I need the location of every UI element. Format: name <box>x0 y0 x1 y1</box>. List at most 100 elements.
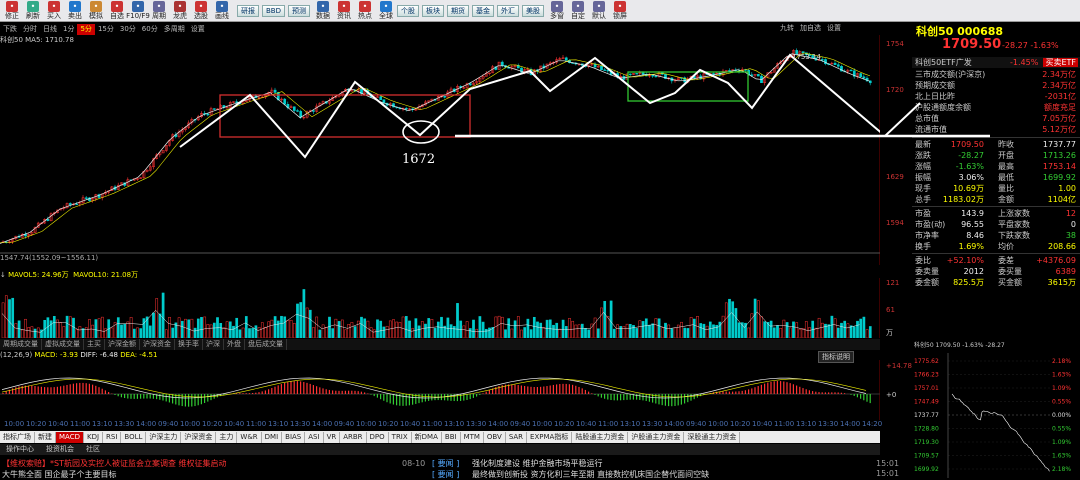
indicator-tab[interactable]: MTM <box>461 431 484 443</box>
indicator-tab[interactable]: RSI <box>103 431 122 443</box>
news-item[interactable]: 强化制度建设 维护金融市场平稳运行 <box>472 458 603 469</box>
volume-bar <box>580 323 584 338</box>
indicator-tab[interactable]: 新DMA <box>412 431 442 443</box>
period-tool[interactable]: • 周期 <box>149 0 169 22</box>
sell-tool[interactable]: • 卖出 <box>65 0 85 22</box>
volume-indicator-tab[interactable]: 沪深金额 <box>105 339 140 350</box>
indicator-tab[interactable]: 陆股通主力资金 <box>572 431 629 443</box>
news-item[interactable]: 最终做到创新投 资方化利三年至期 直接数控机床国企替代面间空缺 <box>472 469 709 480</box>
period-tab[interactable]: 15分 <box>95 24 117 35</box>
volume-bar <box>494 316 498 338</box>
undo-tool[interactable]: • 修正 <box>2 0 22 22</box>
draw-line-tool[interactable]: • 画线 <box>212 0 232 22</box>
candle-body <box>468 83 472 86</box>
indicator-tab[interactable]: 沪股通主力资金 <box>628 431 685 443</box>
volume-indicator-tab[interactable]: 沪深资金 <box>140 339 175 350</box>
indicator-tab[interactable]: 深股通主力资金 <box>684 431 741 443</box>
indicator-tab[interactable]: OBV <box>484 431 506 443</box>
period-tab[interactable]: 5分 <box>77 23 95 35</box>
refresh-tool[interactable]: • 刷新 <box>23 0 43 22</box>
volume-indicator-tab[interactable]: 外盘 <box>224 339 245 350</box>
toolbar-button[interactable]: BBD <box>262 5 285 17</box>
indicator-tab[interactable]: ASI <box>305 431 324 443</box>
toolbar-button[interactable]: 预测 <box>288 5 310 17</box>
toolbar-button[interactable]: 研报 <box>237 5 259 17</box>
period-tab[interactable]: 30分 <box>117 24 139 35</box>
period-tab[interactable]: 下跌 <box>0 24 20 35</box>
volume-indicator-tab[interactable]: 沪深 <box>203 339 224 350</box>
news-item[interactable]: 大牛熊全面 国企最子个主要目标 <box>2 469 117 480</box>
volume-bar <box>542 327 546 338</box>
indicator-tab[interactable]: ARBR <box>340 431 367 443</box>
period-tab[interactable]: 1分 <box>60 24 77 35</box>
volume-bar <box>692 318 696 338</box>
trade-etf-button[interactable]: 买卖ETF <box>1043 58 1078 67</box>
subbar-right-item[interactable]: 加自选 <box>800 24 821 32</box>
indicator-tab[interactable]: BIAS <box>282 431 306 443</box>
custom-tool[interactable]: • 自定 <box>568 0 588 22</box>
volume-bar <box>433 327 437 338</box>
subbar-right-item[interactable]: 九转 <box>780 24 794 32</box>
kline-chart[interactable]: 1672 1753.14 <box>0 35 880 265</box>
indicator-tab[interactable]: EXPMA指标 <box>527 431 573 443</box>
default-tool[interactable]: • 默认 <box>589 0 609 22</box>
hot-tool[interactable]: • 热点 <box>355 0 375 22</box>
indicator-tab[interactable]: 主力 <box>216 431 238 443</box>
volume-indicator-tab[interactable]: 盘后成交量 <box>245 339 287 350</box>
bottom-tab[interactable]: 操作中心 <box>0 444 40 455</box>
volume-bar <box>404 316 408 338</box>
volume-chart[interactable] <box>0 278 880 338</box>
watchlist-tool[interactable]: • 自选 <box>107 0 127 22</box>
period-tab[interactable]: 日线 <box>40 24 60 35</box>
globe-tool[interactable]: • 全球 <box>376 0 396 22</box>
indicator-tab[interactable]: W&R <box>237 431 262 443</box>
toolbar-button[interactable]: 期货 <box>447 5 469 17</box>
indicator-tab[interactable]: 沪深资金 <box>181 431 217 443</box>
toolbar-button[interactable]: 美股 <box>522 5 544 17</box>
indicator-tab[interactable]: MACD <box>56 431 84 443</box>
indicator-tab[interactable]: SAR <box>506 431 528 443</box>
mini-intraday-chart[interactable]: 科创50 1709.50 -1.63% -28.27 1775.62 2.18% 17… <box>912 339 1080 478</box>
toolbar-button[interactable]: 基金 <box>472 5 494 17</box>
indicator-tab[interactable]: VR <box>324 431 341 443</box>
indicator-tab[interactable]: TRIX <box>389 431 412 443</box>
volume-indicator-tab[interactable]: 虚拟成交量 <box>42 339 84 350</box>
indicator-tab[interactable]: DMI <box>262 431 283 443</box>
toolbar-button[interactable]: 外汇 <box>497 5 519 17</box>
bottom-tab[interactable]: 投资机会 <box>40 444 80 455</box>
simulate-tool[interactable]: • 模拟 <box>86 0 106 22</box>
subbar-right-item[interactable]: 设置 <box>827 24 841 32</box>
volume-indicator-tab[interactable]: 主买 <box>84 339 105 350</box>
indicator-tab[interactable]: BOLL <box>121 431 147 443</box>
indicator-tab[interactable]: KDJ <box>84 431 104 443</box>
period-tab[interactable]: 多周期 <box>161 24 188 35</box>
volume-bar <box>622 326 626 338</box>
volume-indicator-tab[interactable]: 周期成交量 <box>0 339 42 350</box>
multi-window-tool[interactable]: • 多窗 <box>547 0 567 22</box>
news-tool[interactable]: • 资讯 <box>334 0 354 22</box>
toolbar-button[interactable]: 板块 <box>422 5 444 17</box>
news-item[interactable]: 【维权索赔】*ST航园及实控人被证监会立案调查 维权征集启动 <box>2 458 227 469</box>
quote-value: +52.10% <box>946 256 984 265</box>
mini-tick-left: 1737.77 <box>914 412 939 419</box>
data-tool[interactable]: • 数据 <box>313 0 333 22</box>
volume-indicator-tab[interactable]: 换手率 <box>175 339 203 350</box>
toolbar-button[interactable]: 个股 <box>397 5 419 17</box>
stock-picker-tool[interactable]: • 选股 <box>191 0 211 22</box>
lock-tool[interactable]: • 锁屏 <box>610 0 630 22</box>
volume-bar <box>328 316 331 338</box>
indicator-tab[interactable]: 沪深主力 <box>146 431 182 443</box>
indicator-tab[interactable]: 指标广场 <box>0 431 35 443</box>
indicator-tab[interactable]: 新建 <box>35 431 56 443</box>
buy-tool[interactable]: • 买入 <box>44 0 64 22</box>
period-tab[interactable]: 设置 <box>188 24 208 35</box>
period-tab[interactable]: 分时 <box>20 24 40 35</box>
macd-chart[interactable] <box>0 360 880 420</box>
dragon-tiger-tool[interactable]: • 龙虎 <box>170 0 190 22</box>
f10-tool[interactable]: • F10/F9 <box>126 0 150 22</box>
volume-bar <box>449 324 453 338</box>
bottom-tab[interactable]: 社区 <box>80 444 106 455</box>
period-tab[interactable]: 60分 <box>139 24 161 35</box>
indicator-tab[interactable]: BBI <box>442 431 461 443</box>
indicator-tab[interactable]: DPO <box>367 431 389 443</box>
